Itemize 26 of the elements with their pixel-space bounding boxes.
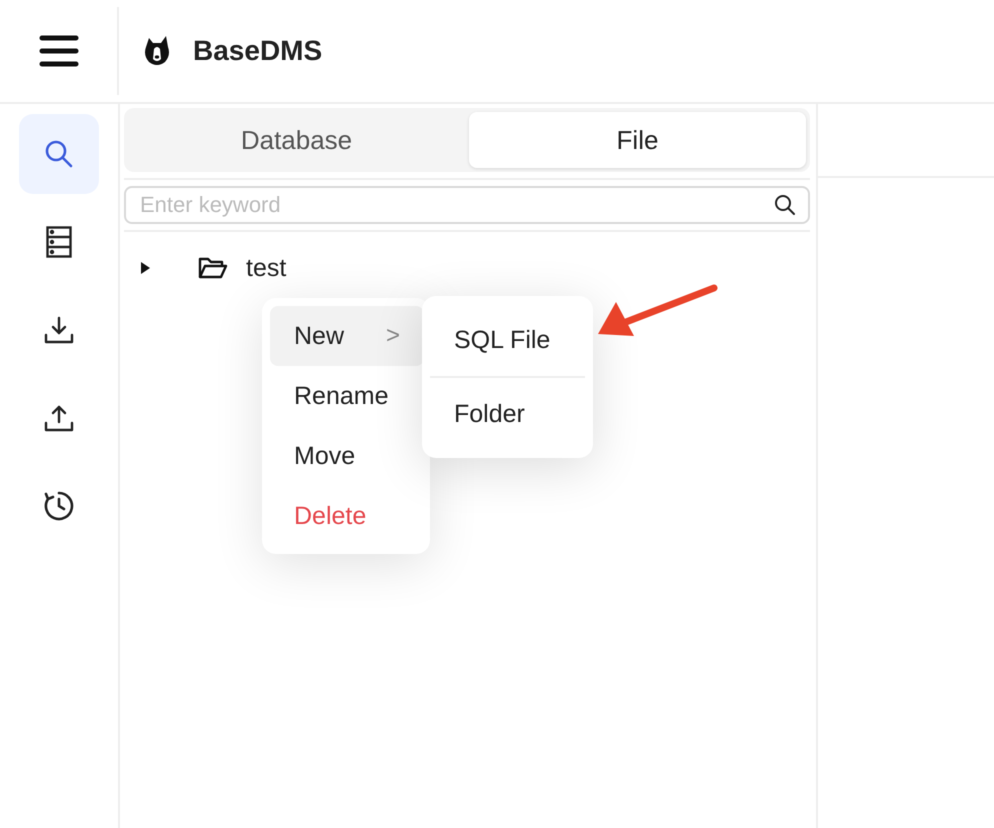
menu-item[interactable]: SQL File <box>430 304 585 376</box>
menu-item[interactable]: Folder <box>430 378 585 450</box>
upload-icon <box>44 404 74 432</box>
menu-item[interactable]: New > <box>270 306 424 366</box>
menu-item[interactable]: Delete <box>270 486 422 546</box>
download-icon <box>44 316 74 344</box>
server-icon <box>46 226 72 258</box>
menu-item[interactable]: Rename <box>270 366 422 426</box>
menu-item[interactable]: Move <box>270 426 422 486</box>
menu-icon[interactable] <box>38 35 78 67</box>
tab[interactable]: File <box>469 112 806 168</box>
menu-item-label: New <box>294 322 344 350</box>
dog-logo-icon <box>143 35 171 67</box>
search-field[interactable]: Enter keyword <box>124 186 810 224</box>
menu-item-label: Rename <box>294 382 388 410</box>
folder-icon <box>198 256 228 280</box>
menu-item-label: Move <box>294 442 356 470</box>
tree-item-label[interactable]: test <box>246 254 286 282</box>
menu-item-label: Delete <box>294 502 366 530</box>
expand-caret-icon[interactable] <box>138 261 152 275</box>
search-icon <box>44 139 74 169</box>
history-icon <box>43 490 75 522</box>
app-title: BaseDMS <box>193 35 322 67</box>
tab[interactable]: Database <box>128 112 465 168</box>
submenu-chevron: > <box>386 322 400 350</box>
search-icon <box>774 194 796 216</box>
